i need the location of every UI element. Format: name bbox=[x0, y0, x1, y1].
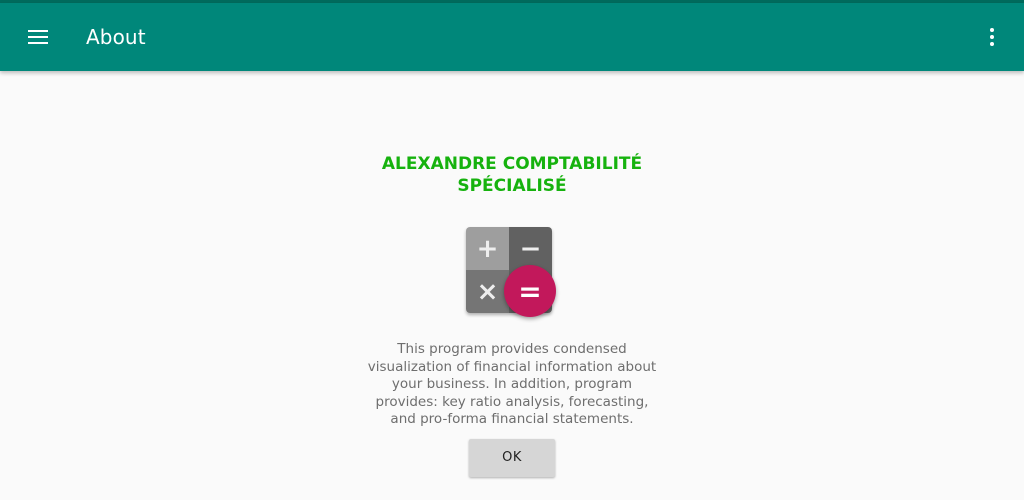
plus-key-icon: + bbox=[466, 227, 509, 270]
company-name: ALEXANDRE COMPTABILITÉ SPÉCIALISÉ bbox=[381, 154, 643, 196]
app-description: This program provides condensed visualiz… bbox=[367, 341, 657, 427]
times-key-icon: × bbox=[466, 270, 509, 313]
ok-button[interactable]: OK bbox=[469, 438, 555, 477]
app-toolbar: About bbox=[0, 3, 1024, 71]
minus-key-icon: − bbox=[509, 227, 552, 270]
calculator-icon: + − × = bbox=[466, 227, 558, 319]
overflow-menu-button[interactable] bbox=[980, 20, 1004, 54]
hamburger-menu-icon bbox=[28, 29, 48, 45]
about-content: ALEXANDRE COMPTABILITÉ SPÉCIALISÉ + − × … bbox=[0, 71, 1024, 500]
menu-button[interactable] bbox=[20, 20, 56, 54]
equals-key-icon: = bbox=[504, 265, 556, 317]
page-title: About bbox=[86, 25, 146, 49]
more-vert-icon bbox=[990, 28, 994, 32]
